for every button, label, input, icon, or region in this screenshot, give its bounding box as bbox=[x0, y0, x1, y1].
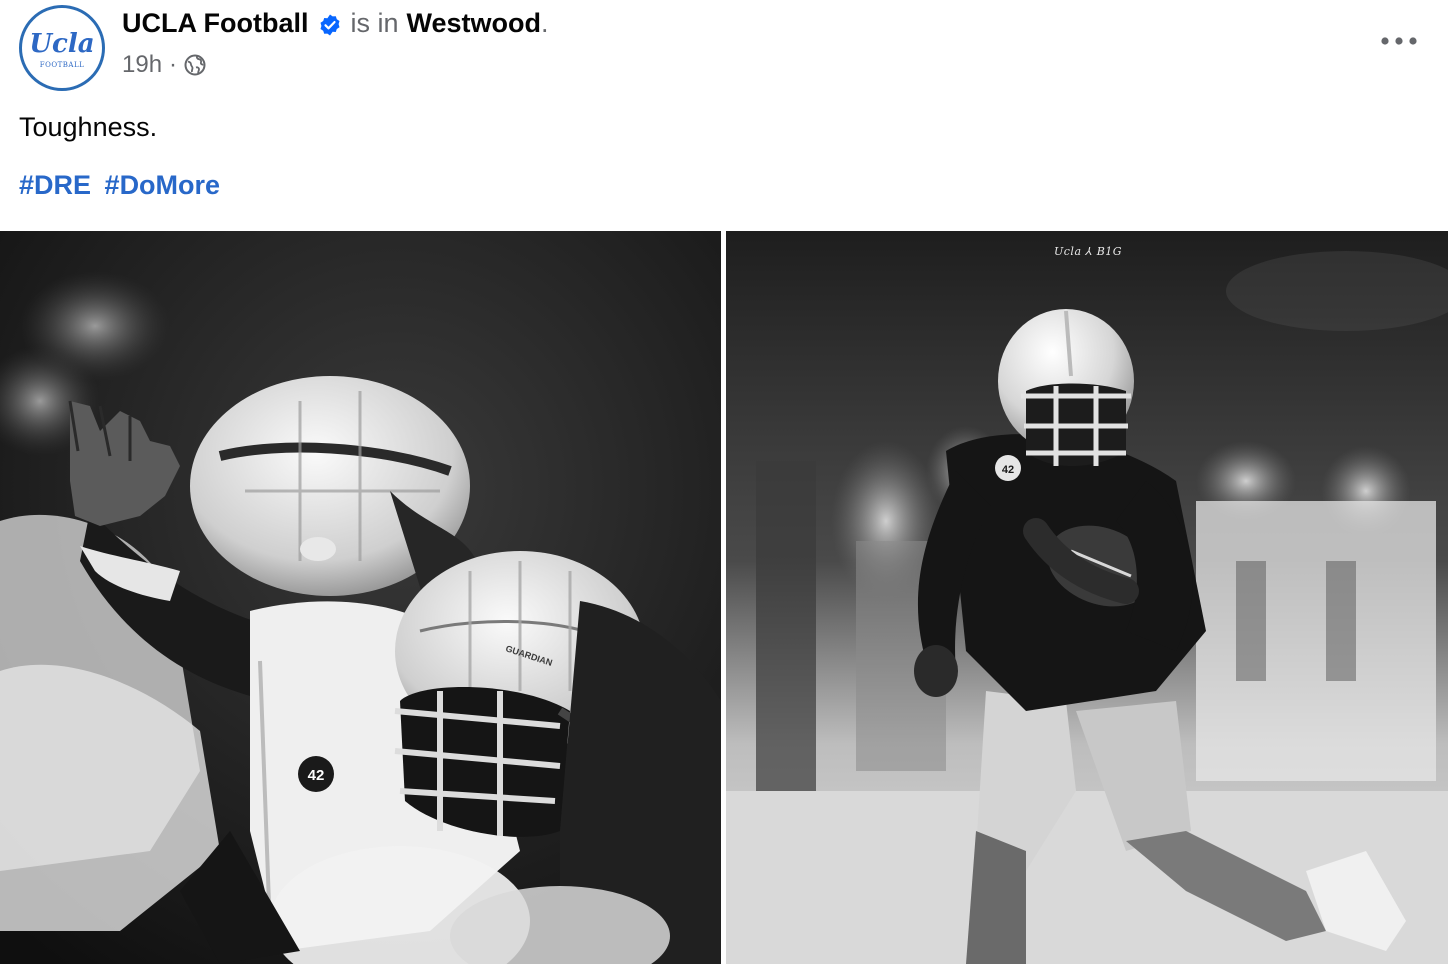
avatar-logo-text: Ucla bbox=[29, 29, 95, 59]
post-header: Ucla FOOTBALL UCLA Football is in Westwo… bbox=[0, 0, 1448, 100]
location-suffix: . bbox=[540, 8, 549, 38]
post-title-line: UCLA Football is in Westwood . bbox=[122, 6, 549, 40]
timestamp-link[interactable]: 19h bbox=[122, 50, 162, 80]
avatar-logo-subtext: FOOTBALL bbox=[39, 61, 85, 69]
jersey-number-right: 42 bbox=[1002, 464, 1014, 476]
post-hashtags: #DRE #DoMore bbox=[19, 167, 226, 203]
hashtag-dre[interactable]: #DRE bbox=[19, 170, 91, 200]
page-name-link[interactable]: UCLA Football bbox=[122, 6, 308, 40]
is-in-label: is in bbox=[350, 8, 399, 38]
facebook-post: Ucla FOOTBALL UCLA Football is in Westwo… bbox=[0, 0, 1448, 964]
photo-watermark: Ucla ⅄ B1G bbox=[1054, 245, 1123, 258]
post-meta: 19h · bbox=[122, 50, 207, 80]
photo-football-practice-tackle: 42 GUARDIAN bbox=[0, 231, 721, 964]
post-photo-2[interactable]: 42 Ucla ⅄ B1G bbox=[726, 231, 1448, 964]
globe-icon[interactable] bbox=[183, 53, 207, 77]
jersey-number-left: 42 bbox=[308, 767, 325, 784]
post-photo-1[interactable]: 42 GUARDIAN bbox=[0, 231, 721, 964]
hashtag-domore[interactable]: #DoMore bbox=[105, 170, 221, 200]
meta-separator: · bbox=[169, 51, 178, 78]
photo-football-ball-carrier: 42 bbox=[726, 231, 1448, 964]
location-link[interactable]: Westwood bbox=[406, 6, 541, 40]
verified-badge-icon bbox=[318, 11, 342, 36]
page-avatar[interactable]: Ucla FOOTBALL bbox=[19, 5, 105, 91]
more-options-icon bbox=[1381, 37, 1417, 45]
post-caption: Toughness. bbox=[19, 112, 158, 142]
more-options-button[interactable] bbox=[1374, 24, 1424, 58]
